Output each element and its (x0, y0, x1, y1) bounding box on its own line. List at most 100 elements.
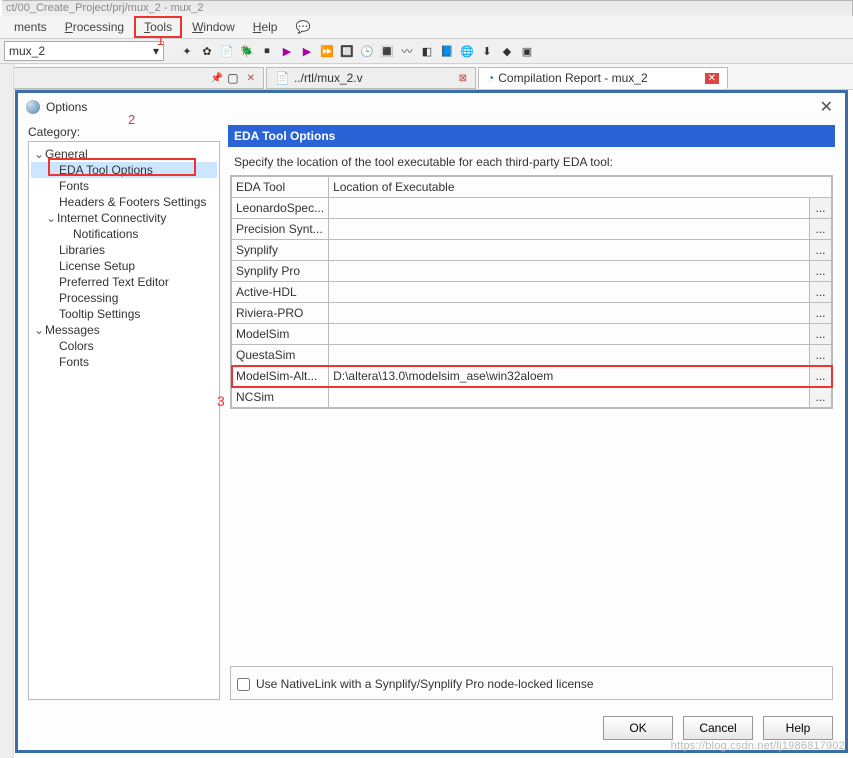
tree-msg-colors[interactable]: Colors (31, 338, 217, 354)
tab-rtl-file[interactable]: 📄 ../rtl/mux_2.v ⊠ (266, 67, 476, 89)
tb-doc-icon[interactable]: 📄 (218, 42, 236, 60)
tb-misc-icon[interactable]: ▣ (518, 42, 536, 60)
browse-button[interactable]: ... (810, 366, 832, 387)
menu-item-window[interactable]: Window (184, 18, 243, 36)
col-tool: EDA Tool (232, 177, 329, 198)
browse-button[interactable]: ... (810, 219, 832, 240)
location-input[interactable] (329, 282, 810, 303)
tree-headers-footers[interactable]: Headers & Footers Settings (31, 194, 217, 210)
collapse-icon: ⌄ (33, 147, 45, 161)
tb-gear-icon[interactable]: ✿ (198, 42, 216, 60)
options-dialog-frame: Options ✕ 2 Category: ⌄General EDA Tool … (15, 90, 848, 753)
tb-ff-icon[interactable]: ⏩ (318, 42, 336, 60)
ok-button[interactable]: OK (603, 716, 673, 740)
tools-grid: EDA Tool Location of Executable Leonardo… (230, 175, 833, 409)
tree-libraries[interactable]: Libraries (31, 242, 217, 258)
browse-button[interactable]: ... (810, 324, 832, 345)
tb-globe-icon[interactable]: 🌐 (458, 42, 476, 60)
browse-button[interactable]: ... (810, 282, 832, 303)
location-input[interactable]: D:\altera\13.0\modelsim_ase\win32aloem (329, 366, 810, 387)
category-label: Category: (28, 125, 220, 141)
entity-combo[interactable]: mux_2 ▾ (4, 41, 164, 61)
tb-wave-icon[interactable]: 〰 (398, 42, 416, 60)
annotation-3: 3 (217, 393, 225, 409)
menubar: ments Processing Tools Window Help 💬 (0, 16, 853, 38)
location-input[interactable] (329, 219, 810, 240)
row-active-hdl: Active-HDL... (232, 282, 832, 303)
options-globe-icon (26, 100, 40, 114)
tb-stop-icon[interactable]: ⏹ (258, 42, 276, 60)
row-synplify-pro: Synplify Pro... (232, 261, 832, 282)
row-modelsim: ModelSim... (232, 324, 832, 345)
watermark: https://blog.csdn.net/lj1986817902 (671, 740, 845, 752)
dialog-title-text: Options (46, 100, 87, 114)
tab-rtl-label: ../rtl/mux_2.v (294, 71, 363, 85)
tab-report-label: Compilation Report - mux_2 (498, 71, 647, 85)
tb-play2-icon[interactable]: ▶ (298, 42, 316, 60)
menu-item-help[interactable]: Help (245, 18, 286, 36)
dialog-titlebar: Options ✕ (18, 93, 845, 121)
tab-compilation-report[interactable]: ◔ Compilation Report - mux_2 ✕ (478, 67, 728, 89)
left-dock-strip (0, 64, 14, 758)
menu-item-processing[interactable]: Processing (57, 18, 132, 36)
location-input[interactable] (329, 198, 810, 219)
row-precision: Precision Synt...... (232, 219, 832, 240)
tree-notifications[interactable]: Notifications (31, 226, 217, 242)
tab-home[interactable]: 📌 ▢ ✕ (4, 67, 264, 89)
tree-general[interactable]: ⌄General (31, 146, 217, 162)
tree-license[interactable]: License Setup (31, 258, 217, 274)
cancel-button[interactable]: Cancel (683, 716, 753, 740)
tree-internet[interactable]: ⌄Internet Connectivity (31, 210, 217, 226)
location-input[interactable] (329, 240, 810, 261)
category-tree[interactable]: ⌄General EDA Tool Options Fonts Headers … (28, 141, 220, 700)
tb-wand-icon[interactable]: ✦ (178, 42, 196, 60)
tree-eda-tool-options[interactable]: EDA Tool Options (31, 162, 217, 178)
location-input[interactable] (329, 324, 810, 345)
annotation-2: 2 (128, 112, 135, 127)
settings-panel: EDA Tool Options Specify the location of… (228, 125, 835, 700)
tree-fonts[interactable]: Fonts (31, 178, 217, 194)
location-input[interactable] (329, 345, 810, 366)
location-input[interactable] (329, 261, 810, 282)
row-modelsim-altera: ModelSim-Alt...D:\altera\13.0\modelsim_a… (232, 366, 832, 387)
close-icon[interactable]: ✕ (247, 73, 255, 84)
tb-shield-icon[interactable]: ◆ (498, 42, 516, 60)
options-dialog: Options ✕ 2 Category: ⌄General EDA Tool … (18, 93, 845, 750)
dialog-close-button[interactable]: ✕ (816, 97, 837, 117)
tb-chip-icon[interactable]: 🔳 (378, 42, 396, 60)
panel-heading: EDA Tool Options (228, 125, 835, 147)
nativelink-checkbox[interactable] (237, 678, 250, 691)
tb-cube-icon[interactable]: ◧ (418, 42, 436, 60)
tb-clock-icon[interactable]: 🕒 (358, 42, 376, 60)
tree-text-editor[interactable]: Preferred Text Editor (31, 274, 217, 290)
browse-button[interactable]: ... (810, 303, 832, 324)
tree-messages[interactable]: ⌄Messages (31, 322, 217, 338)
help-balloon-icon[interactable]: 💬 (287, 18, 318, 36)
row-synplify: Synplify... (232, 240, 832, 261)
browse-button[interactable]: ... (810, 387, 832, 408)
tb-play-icon[interactable]: ▶ (278, 42, 296, 60)
close-icon[interactable]: ✕ (705, 73, 719, 84)
tb-download-icon[interactable]: ⬇ (478, 42, 496, 60)
location-input[interactable] (329, 303, 810, 324)
menu-item-ments[interactable]: ments (6, 18, 55, 36)
close-icon[interactable]: ⊠ (459, 73, 467, 84)
browse-button[interactable]: ... (810, 198, 832, 219)
tree-tooltip[interactable]: Tooltip Settings (31, 306, 217, 322)
browse-button[interactable]: ... (810, 240, 832, 261)
help-button[interactable]: Help (763, 716, 833, 740)
tab-dock-icon: ▢ (227, 71, 238, 85)
tb-bug-icon[interactable]: 🪲 (238, 42, 256, 60)
tb-gate-icon[interactable]: 🔲 (338, 42, 356, 60)
row-leonardospectrum: LeonardoSpec...... (232, 198, 832, 219)
browse-button[interactable]: ... (810, 345, 832, 366)
grid-header-row: EDA Tool Location of Executable (232, 177, 832, 198)
tb-report-icon[interactable]: 📘 (438, 42, 456, 60)
entity-combo-value: mux_2 (9, 44, 45, 58)
pin-icon: 📌 (211, 73, 223, 84)
location-input[interactable] (329, 387, 810, 408)
tree-processing[interactable]: Processing (31, 290, 217, 306)
tree-msg-fonts[interactable]: Fonts (31, 354, 217, 370)
browse-button[interactable]: ... (810, 261, 832, 282)
row-questasim: QuestaSim... (232, 345, 832, 366)
